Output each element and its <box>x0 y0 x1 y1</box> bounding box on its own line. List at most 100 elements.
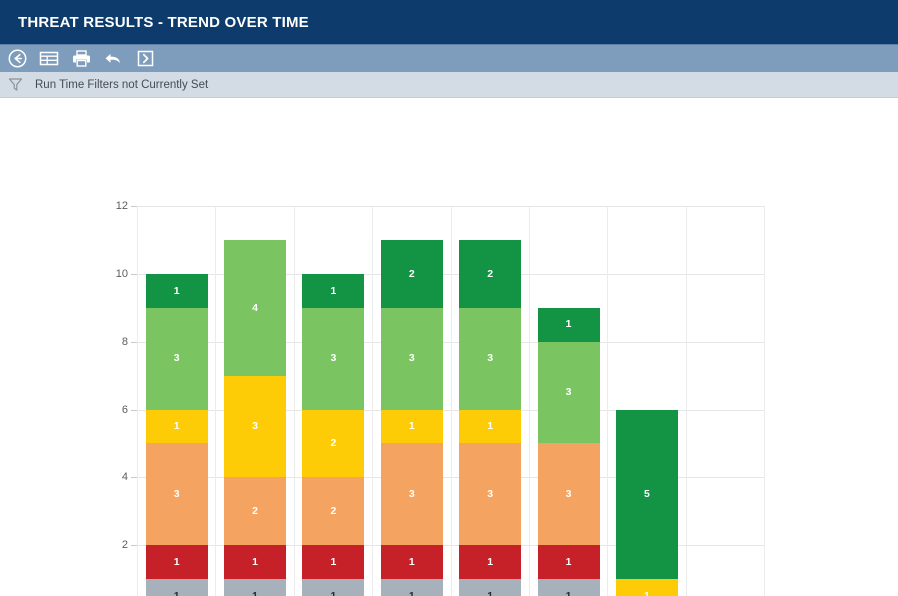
bar-segment-value: 3 <box>408 488 415 501</box>
bar-segment-value: 1 <box>408 589 415 596</box>
bar-segment[interactable]: 3 <box>537 341 600 444</box>
bar-segment[interactable]: 1 <box>380 409 443 444</box>
stacked-bar[interactable]: 1 1 2 3 4 <box>224 239 287 596</box>
undo-icon[interactable] <box>102 48 124 70</box>
bar-segment-value: 1 <box>565 318 572 331</box>
bar-segment[interactable]: 1 <box>145 409 208 444</box>
run-time-filter-bar: Run Time Filters not Currently Set <box>0 72 898 98</box>
bar-segment[interactable]: 1 <box>459 409 522 444</box>
bar-segment-value: 5 <box>644 488 650 501</box>
bar-segment[interactable]: 5 <box>615 409 678 580</box>
y-axis-tick-label: 12 <box>115 200 128 212</box>
bar-segment[interactable]: 1 <box>224 545 287 580</box>
bar-segment-value: 3 <box>173 352 180 365</box>
bar-segment-value: 1 <box>487 589 494 596</box>
stacked-bar[interactable]: 1 1 3 1 3 2 <box>380 239 443 596</box>
print-icon[interactable] <box>70 48 92 70</box>
y-axis-tick-label: 4 <box>121 471 128 484</box>
bar-segment-value: 2 <box>252 505 258 518</box>
bar-slot: 1 1 3 3 1 <box>528 206 607 596</box>
bar-series-group: 113131112341122311131321131321133115 <box>137 206 765 596</box>
bar-slot: 1 1 3 1 3 2 <box>372 206 450 596</box>
chart-container: 024681012 113131112341122311131321131321… <box>0 98 898 596</box>
filter-status-text: Run Time Filters not Currently Set <box>35 78 209 91</box>
bar-segment-value: 2 <box>408 267 415 280</box>
bar-segment[interactable]: 1 <box>537 307 600 342</box>
bar-segment-value: 2 <box>330 437 337 450</box>
bar-segment-value: 3 <box>252 420 258 433</box>
bar-segment-value: 1 <box>487 555 494 568</box>
bar-segment[interactable]: 1 <box>145 545 208 580</box>
bar-segment-value: 1 <box>644 589 650 596</box>
bar-segment[interactable]: 4 <box>224 239 287 376</box>
bar-segment[interactable]: 1 <box>459 579 522 596</box>
bar-segment-value: 1 <box>252 555 258 568</box>
y-axis-tick-label: 2 <box>121 539 128 552</box>
stacked-bar[interactable]: 1 1 3 1 3 1 <box>145 273 208 596</box>
bar-slot: 1 1 2 3 4 <box>215 206 293 596</box>
table-view-icon[interactable] <box>38 48 60 70</box>
bar-segment[interactable]: 1 <box>145 273 208 308</box>
bar-segment-value: 1 <box>330 555 337 568</box>
bar-segment-value: 1 <box>330 589 337 596</box>
bar-segment-value: 1 <box>173 284 180 297</box>
bar-segment[interactable]: 2 <box>302 409 365 478</box>
report-toolbar <box>0 44 898 72</box>
next-icon[interactable] <box>134 48 156 70</box>
bar-segment[interactable]: 1 <box>302 545 365 580</box>
bar-segment-value: 3 <box>173 488 180 501</box>
bar-segment-value: 2 <box>330 505 337 518</box>
bar-segment[interactable]: 3 <box>537 443 600 546</box>
bar-segment[interactable]: 1 <box>459 545 522 580</box>
bar-segment[interactable]: 3 <box>459 307 522 410</box>
bar-segment[interactable]: 2 <box>224 477 287 546</box>
bar-segment-value: 1 <box>173 555 180 568</box>
bar-segment-value: 3 <box>408 352 415 365</box>
bar-segment[interactable]: 2 <box>380 239 443 308</box>
bar-segment[interactable]: 1 <box>615 579 678 596</box>
bar-segment-value: 1 <box>565 555 572 568</box>
window-title-bar: THREAT RESULTS - TREND OVER TIME <box>0 0 898 44</box>
bar-segment-value: 1 <box>487 420 494 433</box>
bar-segment-value: 1 <box>252 589 258 596</box>
bar-segment[interactable]: 3 <box>380 443 443 546</box>
bar-segment[interactable]: 1 <box>302 579 365 596</box>
bar-segment-value: 1 <box>173 589 180 596</box>
bar-segment[interactable]: 1 <box>537 545 600 580</box>
stacked-bar[interactable]: 1 1 3 3 1 <box>537 307 600 596</box>
stacked-bar[interactable]: 1 1 2 2 3 1 <box>302 273 365 596</box>
bar-segment[interactable]: 1 <box>302 273 365 308</box>
bar-segment-value: 1 <box>408 555 415 568</box>
bar-segment[interactable]: 3 <box>224 375 287 478</box>
bar-segment[interactable]: 3 <box>145 307 208 410</box>
bar-segment-value: 3 <box>565 488 572 501</box>
bar-segment[interactable]: 3 <box>145 443 208 546</box>
bar-segment[interactable]: 3 <box>380 307 443 410</box>
bar-slot: 1 1 2 2 3 1 <box>293 206 372 596</box>
y-axis-tick-label: 8 <box>121 335 128 348</box>
bar-segment-value: 2 <box>487 267 494 280</box>
y-axis-tick-label: 6 <box>121 403 128 416</box>
stacked-bar[interactable]: 1 1 3 1 3 2 <box>459 239 522 596</box>
back-icon[interactable] <box>6 48 28 70</box>
bar-segment-value: 1 <box>330 284 337 297</box>
bar-segment[interactable]: 3 <box>459 443 522 546</box>
bar-segment[interactable]: 3 <box>302 307 365 410</box>
bar-segment[interactable]: 2 <box>302 477 365 546</box>
bar-slot: 15 <box>607 206 685 596</box>
bar-slot: 1 1 3 1 3 1 <box>137 206 215 596</box>
stacked-bar[interactable]: 15 <box>615 409 678 596</box>
bar-segment[interactable]: 1 <box>145 579 208 596</box>
bar-segment[interactable]: 2 <box>459 239 522 308</box>
bar-segment-value: 1 <box>173 420 180 433</box>
y-axis-tick-label: 10 <box>115 267 128 280</box>
bar-segment-value: 3 <box>330 352 337 365</box>
bar-segment[interactable]: 1 <box>380 545 443 580</box>
bar-segment[interactable]: 1 <box>537 579 600 596</box>
bar-segment[interactable]: 1 <box>380 579 443 596</box>
bar-segment-value: 1 <box>565 589 572 596</box>
funnel-icon[interactable] <box>8 77 23 92</box>
bar-segment-value: 3 <box>565 386 572 399</box>
bar-slot: 1 1 3 1 3 2 <box>450 206 529 596</box>
bar-segment[interactable]: 1 <box>224 579 287 596</box>
